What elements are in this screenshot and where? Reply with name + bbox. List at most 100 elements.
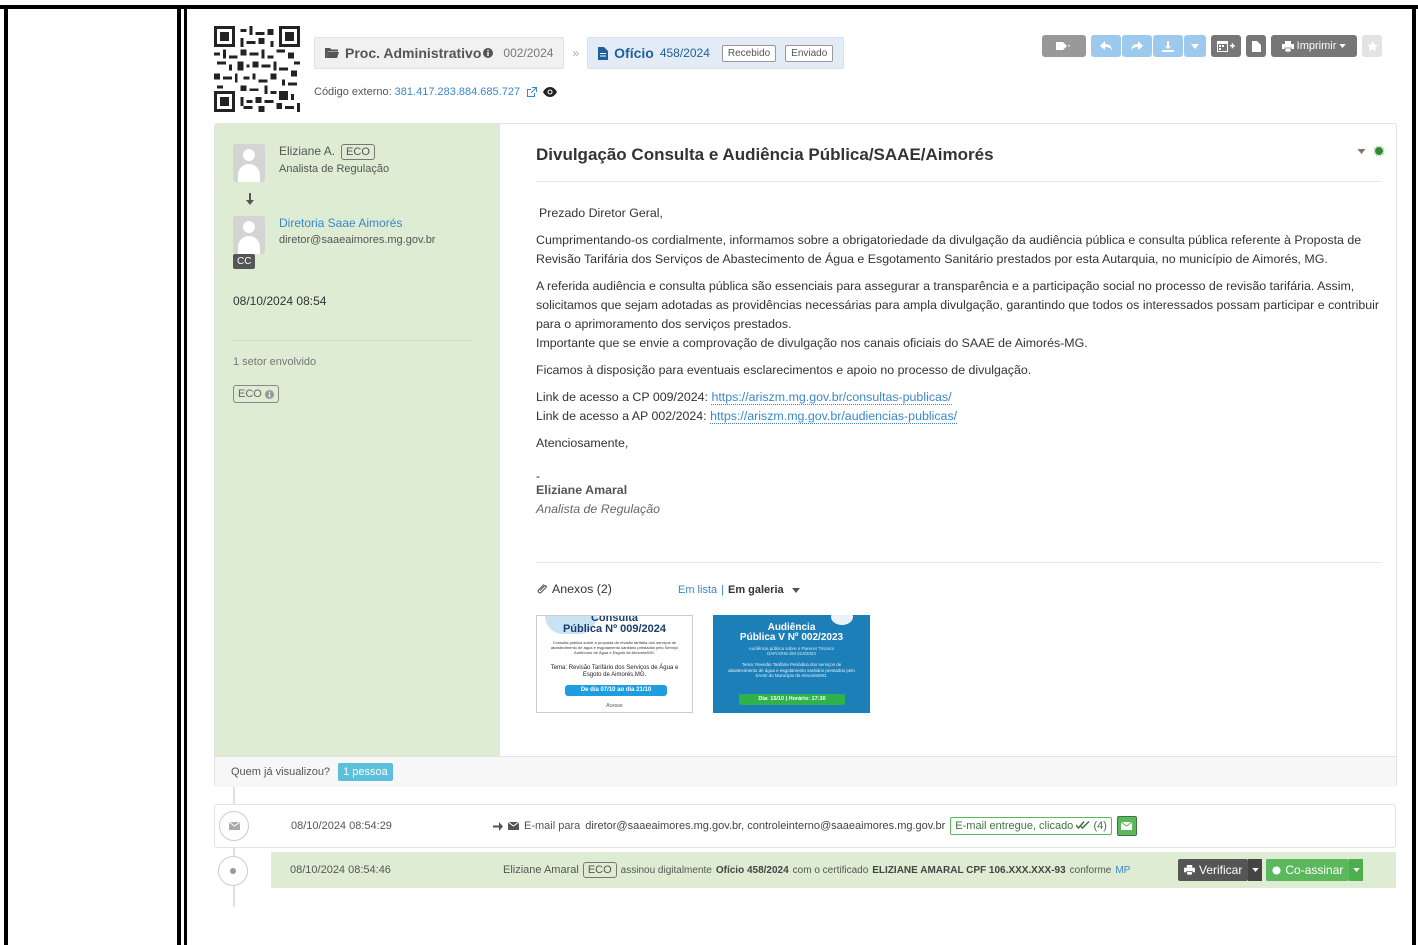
view-gallery-link[interactable]: Em galeria	[728, 584, 784, 596]
tag-icon	[1056, 42, 1070, 50]
attachments-title: Anexos (2)	[552, 582, 612, 596]
email-view-button[interactable]	[1116, 816, 1137, 836]
more-dropdown-button[interactable]	[1184, 35, 1206, 57]
arrow-right-icon	[493, 821, 503, 831]
document-title: Ofício	[614, 45, 654, 61]
status-dot-icon	[1374, 146, 1384, 156]
email-status-text: E-mail entregue, clicado	[955, 820, 1074, 832]
paragraph-4: Ficamos à disposição para eventuais escl…	[536, 363, 1032, 377]
favorite-button[interactable]	[1362, 35, 1382, 57]
timeline-entry-signature: 08/10/2024 08:54:46 Eliziane Amaral ECO …	[271, 852, 1396, 888]
recipient: Diretoria Saae Aimorés diretor@saaeaimor…	[233, 216, 435, 254]
print-button[interactable]: Imprimir	[1271, 35, 1357, 57]
reply-button[interactable]	[1091, 35, 1121, 57]
file-icon	[598, 46, 609, 60]
verify-button[interactable]: Verificar	[1178, 859, 1249, 881]
external-link-icon[interactable]	[526, 86, 538, 98]
external-code-value[interactable]: 381.417.283.884.685.727	[395, 86, 520, 98]
document-toolbar: Imprimir	[1042, 35, 1382, 57]
caret-down-icon[interactable]	[1357, 148, 1366, 154]
tag-dropdown-button[interactable]	[1042, 35, 1086, 57]
thumb1-footer: Acesse	[606, 703, 623, 709]
caret-down-icon	[1191, 43, 1199, 49]
email-status-badge[interactable]: E-mail entregue, clicado (4)	[950, 817, 1112, 835]
caret-down-icon	[1252, 868, 1259, 872]
link-audiencias[interactable]: https://ariszm.mg.gov.br/audiencias-publ…	[710, 409, 958, 424]
message-subject: Divulgação Consulta e Audiência Pública/…	[536, 145, 994, 164]
divider	[536, 181, 1382, 182]
folder-icon	[325, 48, 339, 58]
message-body: Prezado Diretor Geral, Cumprimentando-os…	[536, 204, 1386, 519]
download-icon	[1162, 40, 1174, 52]
thumb1-dates: De dia 07/10 ao dia 21/10	[565, 685, 667, 696]
sector-tag[interactable]: ECO	[233, 385, 279, 403]
timeline-date: 08/10/2024 08:54:46	[290, 864, 391, 876]
caret-down-icon	[1353, 868, 1360, 872]
document-number: 458/2024	[659, 46, 710, 60]
email-status-count: (4)	[1093, 820, 1107, 832]
document-button[interactable]	[1246, 35, 1266, 57]
download-button[interactable]	[1153, 35, 1183, 57]
window-frame-left	[4, 5, 8, 945]
print-icon	[1184, 865, 1195, 875]
attachment-thumbnail-2[interactable]: Audiência Pública V Nº 002/2023 Audiênci…	[713, 615, 870, 713]
attachments-view-switch: Em lista | Em galeria	[678, 584, 800, 596]
link-consultas[interactable]: https://ariszm.mg.gov.br/consultas-publi…	[711, 390, 952, 405]
caret-down-icon[interactable]	[791, 587, 800, 593]
double-check-icon	[1075, 820, 1090, 830]
star-icon	[1366, 40, 1378, 51]
circle-icon	[1272, 865, 1281, 875]
breadcrumb-process[interactable]: Proc. Administrativo 002/2024	[314, 37, 565, 69]
timeline-date: 08/10/2024 08:54:29	[291, 820, 392, 832]
eye-icon[interactable]	[543, 87, 558, 97]
cosign-dropdown[interactable]	[1349, 859, 1364, 881]
signature-text-3: conforme	[1069, 864, 1112, 876]
viewed-count-badge[interactable]: 1 pessoa	[338, 763, 393, 781]
tag-sent[interactable]: Enviado	[785, 44, 834, 62]
avatar	[233, 216, 265, 254]
cosign-label: Co-assinar	[1285, 863, 1344, 877]
external-code-label: Código externo:	[314, 86, 392, 98]
info-icon	[264, 389, 274, 399]
paragraph-1: Cumprimentando-os cordialmente, informam…	[536, 233, 1362, 266]
dot-icon	[230, 868, 236, 874]
signer-name: Eliziane Amaral	[503, 864, 579, 876]
thumb2-dates: Dia: 15/10 | Horário: 17:30	[739, 694, 845, 705]
window-frame-top	[0, 5, 1418, 9]
view-list-link[interactable]: Em lista	[678, 584, 717, 596]
caret-down-icon	[1339, 44, 1347, 48]
thumb1-title: Pública Nº 009/2024	[562, 623, 667, 635]
viewed-label: Quem já visualizou?	[231, 766, 331, 778]
attachment-thumbnail-1[interactable]: Consulta Pública Nº 009/2024 Consulta pú…	[536, 615, 693, 713]
tag-received[interactable]: Recebido	[721, 44, 777, 62]
window-frame-right	[1412, 5, 1416, 945]
calendar-add-button[interactable]	[1211, 35, 1241, 57]
breadcrumb: Proc. Administrativo 002/2024 » Ofício 4…	[314, 37, 845, 69]
forward-button[interactable]	[1122, 35, 1152, 57]
breadcrumb-separator: »	[572, 46, 580, 60]
breadcrumb-document[interactable]: Ofício 458/2024 Recebido Enviado	[587, 37, 845, 69]
thumb1-tema: Tema: Revisão Tarifário dos Serviços de …	[550, 665, 679, 678]
cosign-button[interactable]: Co-assinar	[1266, 859, 1350, 881]
print-label: Imprimir	[1296, 40, 1337, 52]
certificate: ELIZIANE AMARAL CPF 106.XXX.XXX-93	[872, 864, 1066, 876]
recipient-name[interactable]: Diretoria Saae Aimorés	[279, 216, 435, 230]
message-card: Eliziane A. ECO Analista de Regulação Dir…	[214, 123, 1397, 787]
print-icon	[1281, 40, 1294, 52]
calendar-plus-icon	[1217, 41, 1235, 52]
window-frame-divider	[177, 5, 181, 945]
attachments-header: Anexos (2)	[536, 582, 612, 596]
paragraph-3: Importante que se envie a comprovação de…	[536, 336, 1088, 350]
closing: Atenciosamente,	[536, 436, 629, 450]
envelope-icon	[228, 822, 240, 830]
timeline-entry-email: 08/10/2024 08:54:29 E-mail para diretor@…	[214, 804, 1396, 848]
verify-dropdown[interactable]	[1248, 859, 1263, 881]
mp-link[interactable]: MP	[1115, 865, 1130, 876]
avatar	[233, 144, 265, 182]
divider	[536, 562, 1382, 563]
signature-actions: Verificar Co-assinar	[1178, 859, 1364, 881]
cc-badge: CC	[233, 254, 256, 269]
message-main: Divulgação Consulta e Audiência Pública/…	[500, 124, 1396, 756]
sender-org-badge: ECO	[341, 144, 375, 160]
thumb1-desc: Consulta pública sobre a proposta de rev…	[550, 640, 679, 655]
